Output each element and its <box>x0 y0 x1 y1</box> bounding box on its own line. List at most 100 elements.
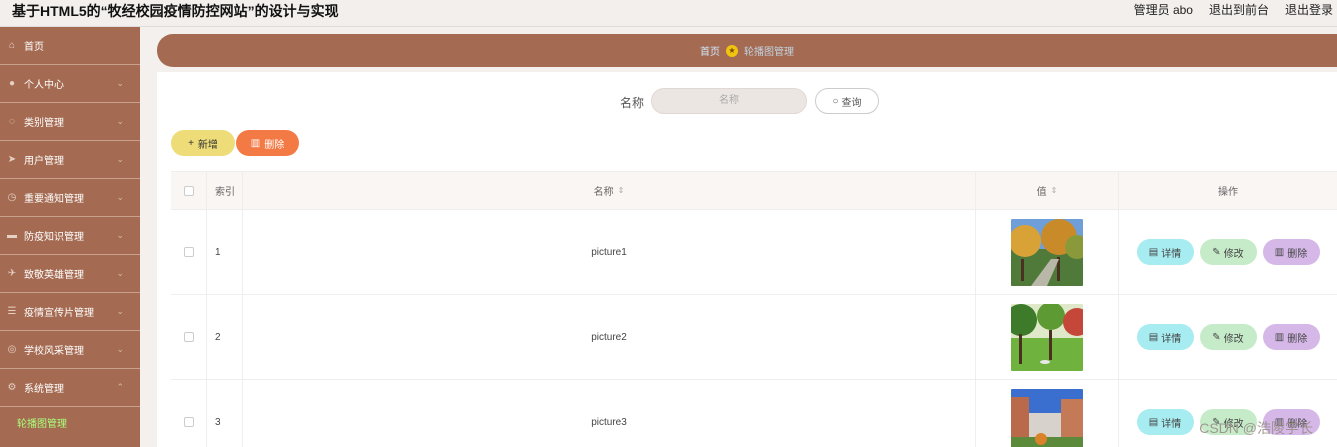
document-icon: ▤ <box>1148 416 1159 428</box>
clock-icon: ◷ <box>7 192 17 203</box>
school-icon: ◎ <box>7 344 17 355</box>
data-table: 索引 名称 ⇕ 值 ⇕ 操作 1 picture1 ▤ 详情 ✎ 修改 ▥ 删除… <box>171 171 1337 447</box>
edit-label: 修改 <box>1223 248 1244 260</box>
breadcrumb-home[interactable]: 首页 <box>700 43 720 58</box>
detail-label: 详情 <box>1161 418 1182 430</box>
row-index: 3 <box>207 380 243 447</box>
row-name: picture1 <box>243 210 976 294</box>
sidebar-item-profile[interactable]: ● 个人中心 ⌄ <box>0 65 140 103</box>
chevron-down-icon: ⌄ <box>116 78 124 88</box>
add-button[interactable]: + 新增 <box>171 130 235 156</box>
table-row: 3 picture3 ▤ 详情 ✎ 修改 ▥ 删除 <box>171 380 1337 447</box>
row-checkbox[interactable] <box>183 247 194 257</box>
delete-button[interactable]: ▥ 删除 <box>1262 239 1320 265</box>
sidebar-item-label: 重要通知管理 <box>24 194 84 205</box>
gear-icon: ⚙ <box>7 382 17 393</box>
chevron-down-icon: ⌄ <box>116 306 124 316</box>
carousel-thumbnail[interactable] <box>1011 303 1083 371</box>
watermark: CSDN @浩陵学长 <box>1199 420 1313 436</box>
trash-icon: ▥ <box>250 137 261 149</box>
sidebar-item-users[interactable]: ➤ 用户管理 ⌄ <box>0 141 140 179</box>
table-row: 2 picture2 ▤ 详情 ✎ 修改 ▥ 删除 <box>171 295 1337 380</box>
sidebar-item-label: 疫情宣传片管理 <box>24 308 94 319</box>
header-ops: 操作 <box>1218 187 1238 198</box>
admin-user-label: 管理员 abo <box>1133 3 1193 17</box>
sidebar-item-notices[interactable]: ◷ 重要通知管理 ⌄ <box>0 179 140 217</box>
main-content: 名称 名称 ○ 查询 + 新增 ▥ 删除 索引 名称 ⇕ 值 ⇕ 操作 1 pi… <box>157 72 1337 447</box>
sidebar-item-category[interactable]: ◌ 类别管理 ⌄ <box>0 103 140 141</box>
header-name[interactable]: 名称 ⇕ <box>243 172 976 209</box>
carousel-thumbnail[interactable] <box>1011 218 1083 286</box>
edit-button[interactable]: ✎ 修改 <box>1199 239 1257 265</box>
header-value[interactable]: 值 ⇕ <box>976 172 1119 209</box>
detail-button[interactable]: ▤ 详情 <box>1136 239 1194 265</box>
chevron-down-icon: ⌄ <box>116 230 124 240</box>
search-label: 名称 <box>620 96 645 110</box>
home-icon: ⌂ <box>8 40 16 51</box>
sidebar-item-label: 致敬英雄管理 <box>24 270 84 281</box>
star-icon: ★ <box>726 44 738 57</box>
row-checkbox[interactable] <box>183 417 194 427</box>
sidebar: ⌂ 首页 ● 个人中心 ⌄ ◌ 类别管理 ⌄ ➤ 用户管理 ⌄ ◷ 重要通知管理… <box>0 27 140 447</box>
pencil-icon: ✎ <box>1212 331 1221 343</box>
detail-label: 详情 <box>1161 333 1182 345</box>
delete-label: 删除 <box>1287 333 1308 345</box>
category-icon: ◌ <box>9 116 15 127</box>
edit-label: 修改 <box>1223 333 1244 345</box>
sidebar-item-label: 类别管理 <box>24 118 64 129</box>
detail-label: 详情 <box>1161 248 1182 260</box>
sidebar-item-promo-videos[interactable]: ☰ 疫情宣传片管理 ⌄ <box>0 293 140 331</box>
sidebar-subitem-carousel[interactable]: 轮播图管理 <box>0 407 140 437</box>
list-icon: ☰ <box>7 306 17 317</box>
sort-icon: ⇕ <box>617 186 625 195</box>
chevron-down-icon: ⌄ <box>116 268 124 278</box>
exit-to-front-link[interactable]: 退出到前台 <box>1209 1 1269 18</box>
top-links: 管理员 abo 退出到前台 退出登录 <box>1134 1 1333 18</box>
add-button-label: 新增 <box>197 139 218 151</box>
row-checkbox[interactable] <box>183 332 194 342</box>
detail-button[interactable]: ▤ 详情 <box>1136 324 1194 350</box>
delete-button[interactable]: ▥ 删除 <box>1262 324 1320 350</box>
chevron-down-icon: ⌄ <box>116 154 124 164</box>
row-index: 2 <box>207 295 243 379</box>
breadcrumb: 首页 ★ 轮播图管理 <box>157 34 1337 67</box>
header-value-label: 值 <box>1036 187 1047 198</box>
batch-delete-button[interactable]: ▥ 删除 <box>236 130 299 156</box>
send-icon: ➤ <box>7 154 17 165</box>
search-input[interactable]: 名称 <box>651 88 807 114</box>
sidebar-item-heroes[interactable]: ✈ 致敬英雄管理 ⌄ <box>0 255 140 293</box>
sidebar-item-label: 用户管理 <box>24 156 64 167</box>
logout-link[interactable]: 退出登录 <box>1285 1 1333 18</box>
document-icon: ▤ <box>1148 331 1159 343</box>
header-name-label: 名称 <box>593 187 614 198</box>
sidebar-item-label: 系统管理 <box>24 384 64 395</box>
detail-button[interactable]: ▤ 详情 <box>1136 409 1194 435</box>
chevron-down-icon: ⌄ <box>116 192 124 202</box>
sort-icon: ⇕ <box>1050 186 1058 195</box>
search-button[interactable]: ○ 查询 <box>815 88 879 114</box>
sidebar-item-label: 防疫知识管理 <box>24 232 84 243</box>
select-all-checkbox[interactable] <box>183 185 194 196</box>
row-name: picture2 <box>243 295 976 379</box>
top-bar: 基于HTML5的“牧经校园疫情防控网站”的设计与实现 管理员 abo 退出到前台… <box>0 0 1337 27</box>
batch-delete-label: 删除 <box>264 139 285 151</box>
breadcrumb-current: 轮播图管理 <box>744 47 794 58</box>
chevron-down-icon: ⌄ <box>116 344 124 354</box>
chevron-down-icon: ⌄ <box>116 116 124 126</box>
edit-button[interactable]: ✎ 修改 <box>1199 324 1257 350</box>
table-row: 1 picture1 ▤ 详情 ✎ 修改 ▥ 删除 <box>171 210 1337 295</box>
carousel-thumbnail[interactable] <box>1011 388 1083 447</box>
row-name: picture3 <box>243 380 976 447</box>
trash-icon: ▥ <box>1274 331 1285 343</box>
plane-icon: ✈ <box>7 268 17 279</box>
book-icon: ▬ <box>7 230 17 241</box>
trash-icon: ▥ <box>1274 246 1285 258</box>
sidebar-item-system[interactable]: ⚙ 系统管理 ⌃ <box>0 369 140 407</box>
sidebar-item-school-style[interactable]: ◎ 学校风采管理 ⌄ <box>0 331 140 369</box>
search-icon: ○ <box>832 95 839 107</box>
chevron-up-icon: ⌃ <box>116 382 124 392</box>
sidebar-item-home[interactable]: ⌂ 首页 <box>0 27 140 65</box>
sidebar-item-knowledge[interactable]: ▬ 防疫知识管理 ⌄ <box>0 217 140 255</box>
sidebar-item-label: 首页 <box>24 42 44 53</box>
delete-label: 删除 <box>1287 248 1308 260</box>
